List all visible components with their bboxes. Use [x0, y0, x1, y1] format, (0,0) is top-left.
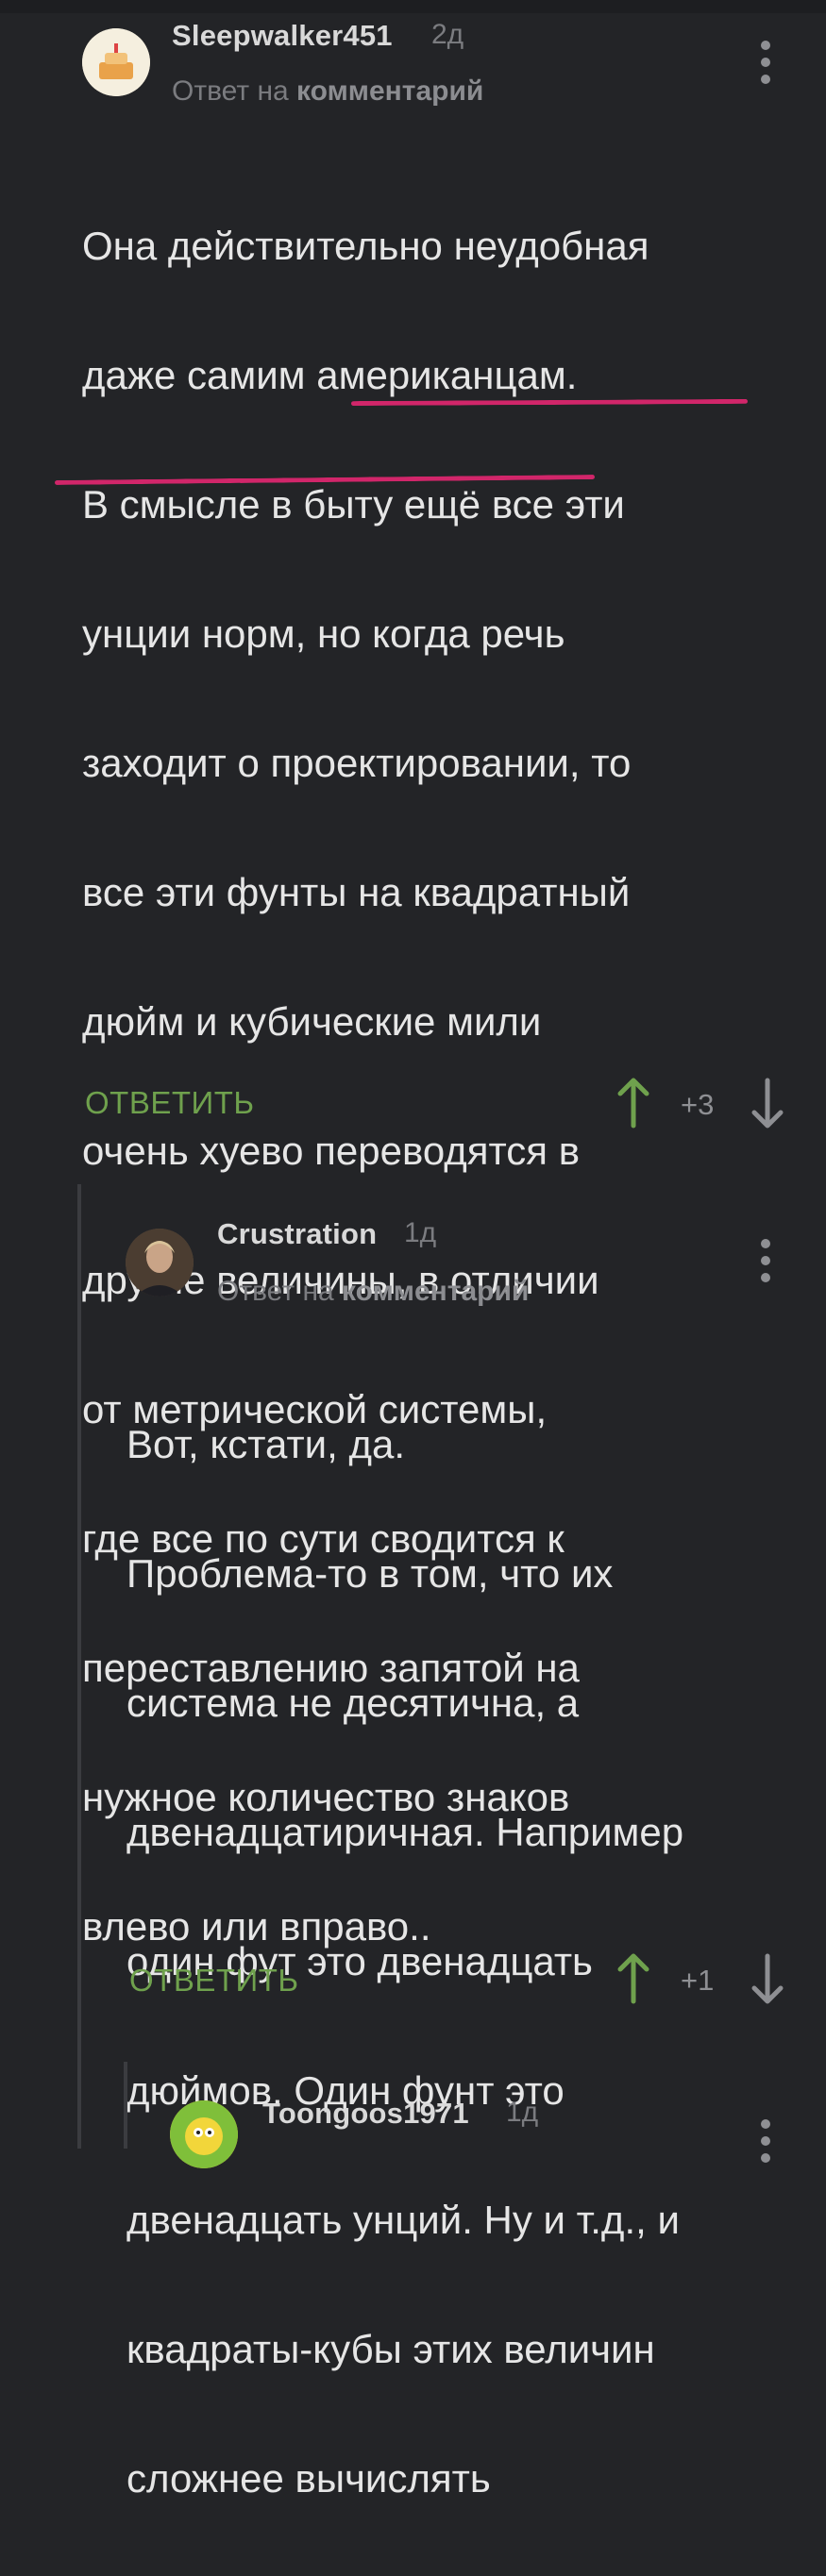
arrow-down-icon[interactable] — [749, 1952, 786, 2005]
rating-value: +1 — [681, 1964, 715, 1997]
reply-to-line: Ответ на комментарий — [217, 1276, 529, 1308]
avatar[interactable] — [82, 28, 150, 96]
reply-button[interactable]: ОТВЕТИТЬ — [85, 1085, 255, 1121]
arrow-down-icon[interactable] — [749, 1077, 786, 1129]
comment-time: 1д — [506, 2097, 539, 2128]
arrow-up-icon[interactable] — [615, 1077, 652, 1129]
top-bar — [0, 0, 826, 13]
cartoon-avatar-icon — [170, 2100, 238, 2168]
more-options-icon[interactable] — [761, 41, 770, 92]
more-options-icon[interactable] — [761, 2119, 770, 2170]
avatar[interactable] — [170, 2100, 238, 2168]
comment-time: 2д — [431, 19, 464, 50]
reply-prefix: Ответ на — [217, 1276, 334, 1307]
comment-line: двенадцать унций. Ну и т.д., и — [126, 2197, 680, 2242]
comment-line: очень хуево переводятся в — [82, 1128, 581, 1173]
reply-to-line: Ответ на комментарий — [172, 75, 483, 108]
more-options-icon[interactable] — [761, 1239, 770, 1290]
thread-line — [77, 1184, 81, 2149]
user-photo-icon — [126, 1229, 194, 1296]
comment-body: Вот, кстати, да. Проблема-то в том, что … — [126, 1347, 806, 2576]
reply-target-link[interactable]: комментарий — [342, 1276, 529, 1307]
comment-line: заходит о проектировании, то — [82, 740, 632, 785]
comment-line: унции норм, но когда речь — [82, 611, 565, 656]
author-name[interactable]: Crustration — [217, 1217, 377, 1251]
comment-line: Проблема-то в том, что их — [126, 1550, 614, 1596]
comment-line: двенадцатиричная. Например — [126, 1809, 684, 1854]
comment-line: сложнее вычислять — [126, 2455, 491, 2501]
comment-line: дюйм и кубические мили — [82, 998, 542, 1044]
reply-prefix: Ответ на — [172, 75, 289, 107]
avatar[interactable] — [126, 1229, 194, 1296]
rating-value: +3 — [681, 1088, 715, 1121]
reply-button[interactable]: ОТВЕТИТЬ — [129, 1963, 299, 1999]
thread-line — [124, 2062, 127, 2149]
cake-icon — [82, 28, 150, 96]
comment-line: система не десятична, а — [126, 1680, 580, 1725]
reply-target-link[interactable]: комментарий — [296, 75, 483, 107]
comment-time: 1д — [404, 1217, 437, 1248]
comment-line: все эти фунты на квадратный — [82, 869, 631, 914]
comment-line: Вот, кстати, да. — [126, 1421, 405, 1466]
author-name[interactable]: Sleepwalker451 — [172, 19, 393, 53]
author-name[interactable]: Toongoos1971 — [262, 2097, 469, 2131]
comment-line: даже самим американцам. — [82, 352, 578, 397]
arrow-up-icon[interactable] — [615, 1952, 652, 2005]
comment-line: квадраты-кубы этих величин — [126, 2326, 655, 2371]
comment-line: Она действительно неудобная — [82, 223, 649, 268]
